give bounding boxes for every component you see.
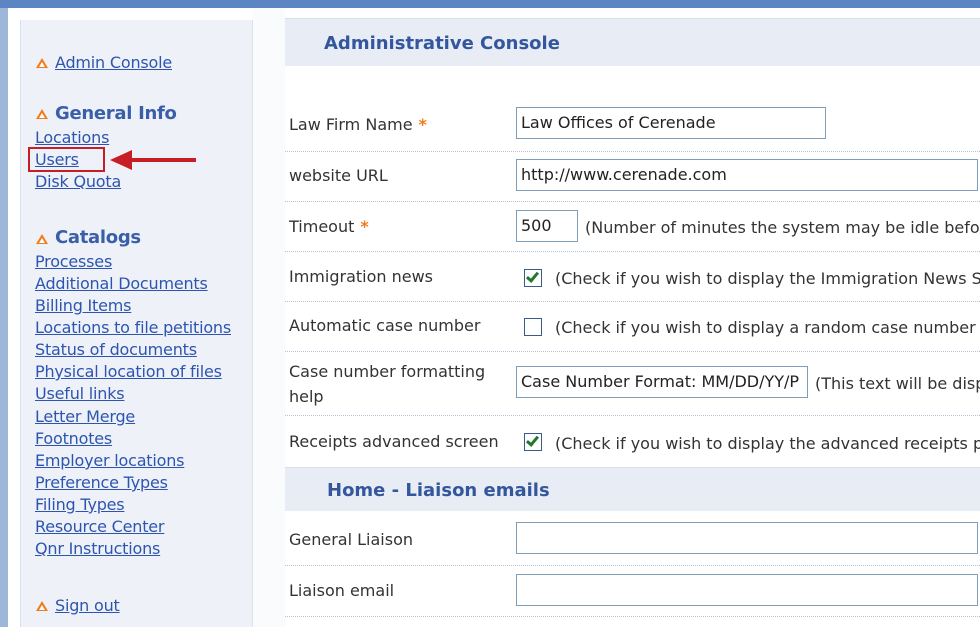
sidebar-item-locations[interactable]: Locations	[35, 128, 109, 147]
checkmark-icon	[525, 433, 540, 447]
timeout-help-text: (Number of minutes the system may be idl…	[585, 218, 980, 237]
auto-case-number-checkbox[interactable]	[524, 318, 542, 336]
row-separator	[285, 151, 980, 152]
window-left-edge	[0, 8, 8, 627]
auto-case-number-label: Automatic case number	[289, 316, 481, 335]
sidebar-item-preference-types[interactable]: Preference Types	[35, 473, 168, 492]
annotation-arrow-icon	[110, 150, 132, 170]
section-header-admin: Administrative Console	[285, 18, 980, 66]
sidebar-item-resource-center[interactable]: Resource Center	[35, 517, 165, 536]
row-separator	[285, 616, 980, 617]
receipts-advanced-help-text: (Check if you wish to display the advanc…	[555, 434, 980, 453]
timeout-input[interactable]: 500	[516, 210, 578, 242]
law-firm-name-label: Law Firm Name *	[289, 115, 427, 134]
required-star-icon: *	[418, 115, 427, 134]
immigration-news-checkbox[interactable]	[524, 269, 542, 287]
case-format-help-label: Case number formatting help	[289, 362, 486, 406]
sidebar-item-letter-merge[interactable]: Letter Merge	[35, 407, 135, 426]
sidebar-item-processes[interactable]: Processes	[35, 252, 112, 271]
liaison-section-title: Home - Liaison emails	[327, 480, 550, 501]
sidebar-item-locations-to-file-petitions[interactable]: Locations to file petitions	[35, 318, 231, 337]
annotation-arrow-shaft	[128, 158, 196, 162]
liaison-email-input[interactable]	[516, 574, 978, 606]
warning-triangle-icon	[36, 234, 48, 244]
row-separator	[285, 415, 980, 416]
general-liaison-label: General Liaison	[289, 530, 414, 549]
liaison-email-label: Liaison email	[289, 581, 395, 600]
website-url-label: website URL	[289, 166, 388, 185]
law-firm-name-input[interactable]: Law Offices of Cerenade	[516, 107, 826, 139]
section-header-liaison: Home - Liaison emails	[285, 467, 980, 511]
required-star-icon: *	[360, 217, 369, 236]
sidebar-item-employer-locations[interactable]: Employer locations	[35, 451, 184, 470]
sidebar-item-physical-location-of-files[interactable]: Physical location of files	[35, 362, 222, 381]
checkmark-icon	[525, 269, 540, 283]
case-format-help-input[interactable]: Case Number Format: MM/DD/YY/P	[516, 366, 808, 398]
sidebar-item-status-of-documents[interactable]: Status of documents	[35, 340, 197, 359]
users-highlight-box	[28, 147, 105, 172]
sidebar-item-filing-types[interactable]: Filing Types	[35, 495, 125, 514]
timeout-label: Timeout *	[289, 217, 369, 236]
website-url-input[interactable]: http://www.cerenade.com	[516, 159, 978, 191]
sidebar-item-additional-documents[interactable]: Additional Documents	[35, 274, 208, 293]
receipts-advanced-label: Receipts advanced screen	[289, 432, 499, 451]
catalogs-heading: Catalogs	[55, 227, 141, 248]
row-separator	[285, 201, 980, 202]
immigration-news-help-text: (Check if you wish to display the Immigr…	[555, 269, 980, 288]
warning-triangle-icon	[36, 58, 48, 68]
general-info-heading: General Info	[55, 103, 177, 124]
sidebar-item-qnr-instructions[interactable]: Qnr Instructions	[35, 539, 160, 558]
admin-console-link[interactable]: Admin Console	[55, 53, 172, 72]
row-separator	[285, 351, 980, 352]
auto-case-number-help-text: (Check if you wish to display a random c…	[555, 318, 976, 337]
row-separator	[285, 251, 980, 252]
sidebar-item-disk-quota[interactable]: Disk Quota	[35, 172, 121, 191]
case-format-help-text: (This text will be disp	[815, 374, 980, 393]
sidebar-item-footnotes[interactable]: Footnotes	[35, 429, 112, 448]
warning-triangle-icon	[36, 109, 48, 119]
general-liaison-input[interactable]	[516, 522, 978, 554]
immigration-news-label: Immigration news	[289, 267, 434, 286]
gutter	[8, 8, 20, 627]
row-separator	[285, 301, 980, 302]
top-bar	[0, 0, 980, 8]
receipts-advanced-checkbox[interactable]	[524, 433, 542, 451]
sidebar-item-billing-items[interactable]: Billing Items	[35, 296, 132, 315]
sidebar-item-useful-links[interactable]: Useful links	[35, 384, 125, 403]
panel-divider	[253, 8, 285, 627]
row-separator	[285, 565, 980, 566]
warning-triangle-icon	[36, 601, 48, 611]
sign-out-link[interactable]: Sign out	[55, 596, 120, 615]
section-title: Administrative Console	[324, 33, 560, 54]
